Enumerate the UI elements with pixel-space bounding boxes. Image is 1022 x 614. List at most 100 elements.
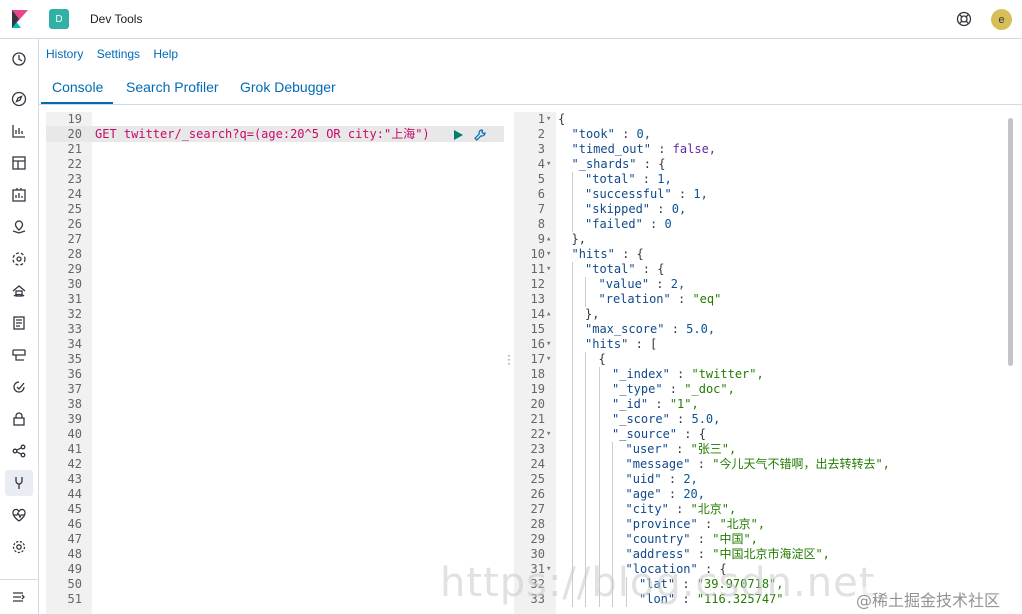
fold-toggle-icon[interactable]: ▾ (546, 247, 551, 262)
indent-guide (598, 487, 600, 502)
maps-icon[interactable] (11, 219, 27, 235)
indent-guide (598, 502, 600, 517)
monitoring-icon[interactable] (11, 507, 27, 523)
line-number: 22 (67, 157, 82, 171)
indent-guide (612, 502, 613, 517)
line-number: 1 (537, 112, 545, 126)
space-badge[interactable]: D (49, 9, 69, 29)
indent-guide (571, 487, 573, 502)
response-code-line: "skipped" : 0, (585, 202, 687, 216)
response-code-line: }, (585, 307, 600, 321)
line-number: 8 (537, 217, 545, 231)
line-number: 35 (67, 352, 82, 366)
resizer-handle-icon[interactable]: · · · (507, 349, 511, 369)
infrastructure-icon[interactable] (11, 283, 27, 299)
line-number: 29 (67, 262, 82, 276)
devtools-icon[interactable] (11, 475, 27, 491)
line-number: 20 (530, 397, 545, 411)
line-number: 18 (530, 367, 545, 381)
kibana-logo-icon[interactable] (12, 10, 28, 28)
line-number: 28 (67, 247, 82, 261)
indent-guide (571, 337, 573, 352)
indent-guide (585, 277, 586, 292)
line-number: 42 (67, 457, 82, 471)
response-code-line: "successful" : 1, (585, 187, 708, 201)
indent-guide (598, 397, 600, 412)
help-link[interactable]: Help (153, 47, 178, 61)
indent-guide (571, 202, 573, 217)
response-code-line: "relation" : "eq" (598, 292, 722, 306)
siem-icon[interactable] (11, 411, 27, 427)
fold-toggle-icon[interactable]: ▾ (546, 427, 551, 442)
fold-toggle-icon[interactable]: ▴ (546, 307, 551, 322)
tab-console[interactable]: Console (52, 79, 103, 95)
response-code-line: "_source" : { (612, 427, 706, 441)
line-number: 3 (537, 142, 545, 156)
wrench-icon[interactable] (473, 128, 487, 142)
indent-guide (585, 382, 586, 397)
send-request-icon[interactable] (451, 128, 465, 142)
indent-guide (612, 442, 613, 457)
visualize-icon[interactable] (11, 123, 27, 139)
response-code-line: { (598, 352, 606, 366)
indent-guide (571, 277, 573, 292)
response-scrollbar[interactable] (1008, 118, 1013, 366)
line-number: 27 (67, 232, 82, 246)
management-icon[interactable] (11, 539, 27, 555)
history-link[interactable]: History (46, 47, 83, 61)
request-editor[interactable]: 19 20 21 22 23 24 25 26 27 28 29 30 31 32 33 34 35 36 37 38… (46, 112, 504, 614)
dashboard-icon[interactable] (11, 155, 27, 171)
canvas-icon[interactable] (11, 187, 27, 203)
line-number: 10 (530, 247, 545, 261)
tab-grok-debugger[interactable]: Grok Debugger (240, 79, 336, 95)
settings-link[interactable]: Settings (97, 47, 140, 61)
response-code-line: "message" : "今儿天气不错啊，出去转转去", (625, 457, 890, 471)
line-number: 36 (67, 367, 82, 381)
indent-guide (571, 442, 573, 457)
indent-guide (598, 517, 600, 532)
fold-toggle-icon[interactable]: ▾ (546, 112, 551, 127)
line-number: 50 (67, 577, 82, 591)
line-number: 34 (67, 337, 82, 351)
line-number: 12 (530, 277, 545, 291)
response-code-line: { (558, 112, 566, 126)
indent-guide (585, 457, 586, 472)
fold-toggle-icon[interactable]: ▾ (546, 262, 551, 277)
indent-guide (598, 532, 600, 547)
response-code-line: "province" : "北京", (625, 517, 766, 531)
indent-guide (571, 322, 573, 337)
fold-toggle-icon[interactable]: ▴ (546, 232, 551, 247)
response-code-line: "timed_out" : false, (571, 142, 717, 156)
response-code-line: "hits" : [ (585, 337, 658, 351)
logs-icon[interactable] (11, 315, 27, 331)
response-code-line: "age" : 20, (625, 487, 706, 501)
compass-icon[interactable] (11, 91, 27, 107)
fold-toggle-icon[interactable]: ▾ (546, 352, 551, 367)
response-code-line: "took" : 0, (571, 127, 652, 141)
indent-guide (585, 352, 586, 367)
fold-toggle-icon[interactable]: ▾ (546, 157, 551, 172)
line-number: 31 (67, 292, 82, 306)
response-editor[interactable]: 1 ▾{2 "took" : 0, 3 "timed_out" : false, 4 ▾ "_… (514, 112, 1022, 614)
watermark-credit: @稀土掘金技术社区 (856, 587, 1001, 611)
indent-guide (598, 442, 600, 457)
line-number: 17 (530, 352, 545, 366)
line-number: 14 (530, 307, 545, 321)
indent-guide (585, 427, 586, 442)
line-number: 2 (537, 127, 545, 141)
ml-icon[interactable] (11, 251, 27, 267)
collapse-icon[interactable] (11, 589, 27, 605)
indent-guide (571, 292, 573, 307)
graph-icon[interactable] (11, 443, 27, 459)
indent-guide (571, 532, 573, 547)
help-icon[interactable] (956, 11, 972, 27)
tab-search-profiler[interactable]: Search Profiler (126, 79, 219, 95)
request-line[interactable]: GET twitter/_search?q=(age:20^5 OR city:… (95, 127, 430, 142)
fold-toggle-icon[interactable]: ▾ (546, 337, 551, 352)
apm-icon[interactable] (11, 347, 27, 363)
line-number: 19 (530, 382, 545, 396)
uptime-icon[interactable] (11, 379, 27, 395)
clock-icon[interactable] (11, 51, 27, 67)
user-avatar[interactable]: e (991, 9, 1012, 30)
line-number: 11 (530, 262, 545, 276)
